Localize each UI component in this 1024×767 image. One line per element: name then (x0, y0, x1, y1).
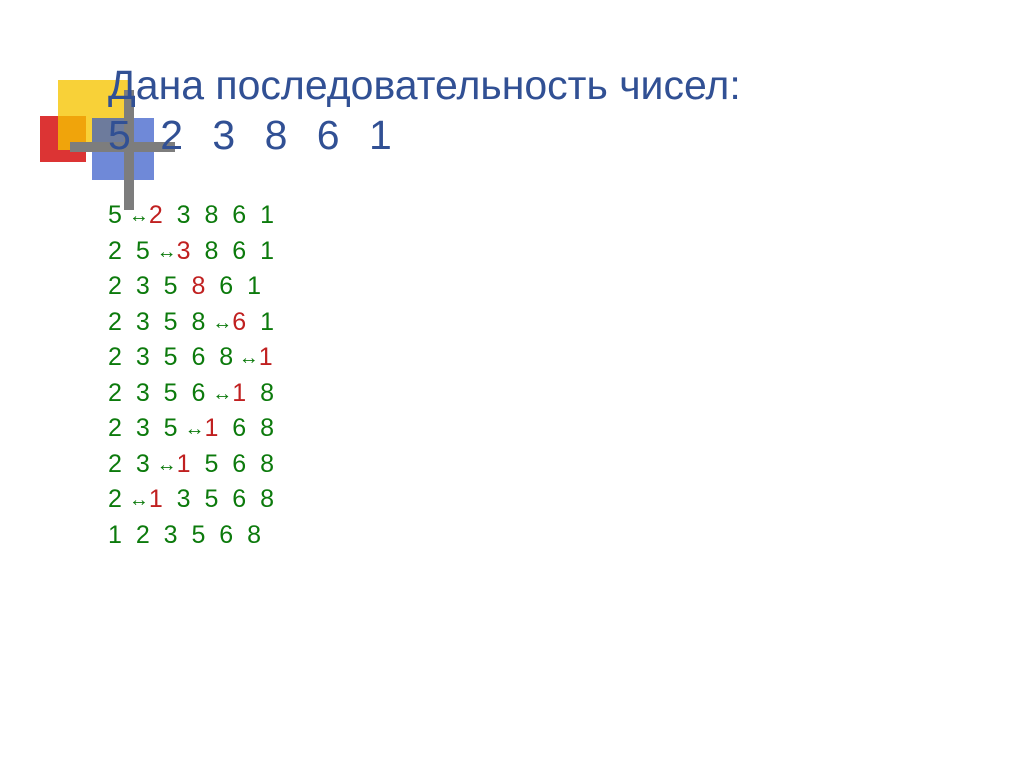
sort-step-row: 2 3 ↔1 5 6 8 (108, 447, 1024, 483)
highlight-number: 1 (177, 450, 191, 478)
swap-arrow-icon: ↔ (129, 202, 149, 230)
number: 2 (108, 237, 122, 265)
highlight-number: 3 (177, 237, 191, 265)
highlight-number: 1 (149, 485, 163, 513)
sort-step-row: 2 3 5 8 6 1 (108, 269, 1024, 305)
number: 5 (164, 272, 178, 300)
sort-step-row: 5 ↔2 3 8 6 1 (108, 198, 1024, 234)
number: 8 (260, 450, 274, 478)
number: 3 (136, 450, 150, 478)
number: 6 (219, 521, 233, 549)
number: 6 (191, 343, 205, 371)
number: 3 (136, 308, 150, 336)
swap-arrow-icon: ↔ (184, 415, 204, 443)
number: 2 (108, 414, 122, 442)
number: 5 (164, 379, 178, 407)
number: 6 (232, 485, 246, 513)
number: 2 (108, 343, 122, 371)
number: 8 (219, 343, 233, 371)
number: 3 (164, 521, 178, 549)
highlight-number: 8 (191, 272, 205, 300)
title-sequence: 5 2 3 8 6 1 (108, 112, 394, 158)
highlight-number: 1 (232, 379, 246, 407)
number: 8 (260, 485, 274, 513)
sort-step-row: 2 5 ↔3 8 6 1 (108, 234, 1024, 270)
number: 3 (136, 272, 150, 300)
number: 2 (108, 450, 122, 478)
number: 8 (191, 308, 205, 336)
number: 5 (136, 237, 150, 265)
number: 3 (136, 414, 150, 442)
number: 8 (260, 379, 274, 407)
swap-arrow-icon: ↔ (157, 451, 177, 479)
number: 8 (204, 237, 218, 265)
number: 6 (219, 272, 233, 300)
number: 2 (108, 308, 122, 336)
number: 8 (260, 414, 274, 442)
swap-arrow-icon: ↔ (157, 238, 177, 266)
number: 8 (204, 201, 218, 229)
number: 5 (204, 450, 218, 478)
number: 1 (108, 521, 122, 549)
number: 6 (232, 450, 246, 478)
number: 1 (260, 237, 274, 265)
sort-step-row: 2 3 5 6 ↔1 8 (108, 376, 1024, 412)
title-line-1: Дана последовательность чисел: (108, 62, 741, 108)
swap-arrow-icon: ↔ (129, 486, 149, 514)
swap-arrow-icon: ↔ (212, 380, 232, 408)
highlight-number: 6 (232, 308, 246, 336)
number: 5 (191, 521, 205, 549)
number: 2 (136, 521, 150, 549)
number: 1 (247, 272, 261, 300)
number: 1 (260, 201, 274, 229)
number: 1 (260, 308, 274, 336)
number: 2 (108, 272, 122, 300)
highlight-number: 1 (204, 414, 218, 442)
number: 6 (232, 237, 246, 265)
sort-steps: 5 ↔2 3 8 6 12 5 ↔3 8 6 12 3 5 8 6 12 3 5… (108, 198, 1024, 553)
number: 6 (191, 379, 205, 407)
number: 2 (108, 379, 122, 407)
sort-step-row: 2 3 5 6 8 ↔1 (108, 340, 1024, 376)
highlight-number: 2 (149, 201, 163, 229)
number: 3 (136, 379, 150, 407)
slide-content: Дана последовательность чисел: 5 2 3 8 6… (0, 0, 1024, 553)
highlight-number: 1 (259, 343, 273, 371)
number: 2 (108, 485, 122, 513)
number: 5 (164, 414, 178, 442)
number: 3 (177, 485, 191, 513)
number: 3 (136, 343, 150, 371)
sort-step-row: 2 ↔1 3 5 6 8 (108, 482, 1024, 518)
swap-arrow-icon: ↔ (212, 309, 232, 337)
sort-step-row: 2 3 5 8 ↔6 1 (108, 305, 1024, 341)
sort-step-row: 1 2 3 5 6 8 (108, 518, 1024, 554)
number: 6 (232, 201, 246, 229)
number: 5 (164, 343, 178, 371)
number: 3 (177, 201, 191, 229)
swap-arrow-icon: ↔ (233, 344, 259, 372)
number: 5 (204, 485, 218, 513)
number: 8 (247, 521, 261, 549)
number: 5 (108, 201, 122, 229)
number: 5 (164, 308, 178, 336)
number: 6 (232, 414, 246, 442)
sort-step-row: 2 3 5 ↔1 6 8 (108, 411, 1024, 447)
slide-title: Дана последовательность чисел: 5 2 3 8 6… (108, 60, 1024, 160)
